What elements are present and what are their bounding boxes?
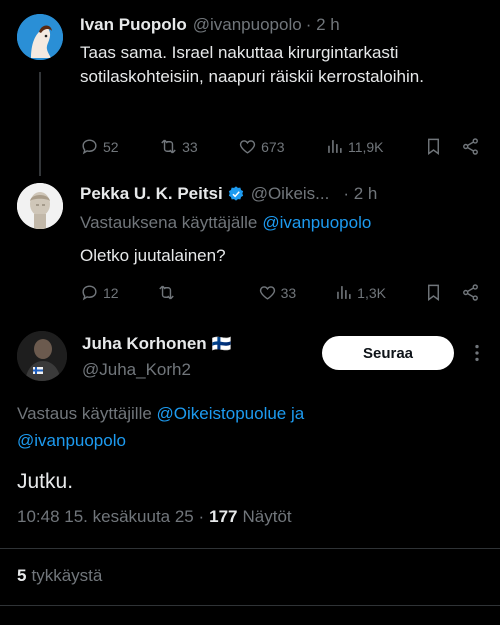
- tweet1-views-count: 11,9K: [347, 138, 384, 155]
- avatar-juha-image: [17, 331, 67, 381]
- tweet2-header: Pekka U. K. Peitsi @Oikeis... · 2 h: [80, 184, 377, 204]
- tweet2-author-name[interactable]: Pekka U. K. Peitsi: [80, 184, 223, 204]
- tweet2-bookmark-button[interactable]: [424, 283, 443, 302]
- tweet1-author-name[interactable]: Ivan Puopolo: [80, 15, 187, 35]
- tweet2-reply-prefix: Vastauksena käyttäjälle: [80, 213, 258, 232]
- tweet2-share-button[interactable]: [461, 283, 480, 302]
- tweet1-text: Taas sama. Israel nakuttaa kirurgintarka…: [80, 43, 424, 86]
- main-author-name[interactable]: Juha Korhonen: [82, 334, 207, 354]
- tweet2-reply-count: 12: [103, 284, 119, 301]
- main-likes-label: tykkäystä: [31, 566, 103, 585]
- tweet1-actions: 52 33 673 11,9K: [80, 137, 480, 156]
- main-likes-row[interactable]: 5 tykkäystä: [17, 566, 102, 586]
- heart-icon: [259, 286, 275, 300]
- tweet2-views-count: 1,3K: [357, 284, 386, 301]
- tweet2-author-handle[interactable]: @Oikeis...: [251, 184, 330, 204]
- heart-icon: [240, 140, 256, 154]
- tweet2-reply-button[interactable]: 12: [80, 283, 119, 302]
- tweet2-like-count: 33: [280, 284, 297, 301]
- tweet2-views-button[interactable]: 1,3K: [334, 283, 386, 302]
- main-reply-prefix: Vastaus käyttäjille: [17, 404, 152, 423]
- retweet-icon: [158, 285, 174, 300]
- tweet2-text: Oletko juutalainen?: [80, 246, 226, 265]
- more-options-icon[interactable]: [466, 342, 488, 364]
- main-reply-mention-1[interactable]: @Oikeistopuolue: [157, 404, 287, 423]
- main-views-label: Näytöt: [242, 507, 292, 526]
- main-reply-mention-2[interactable]: @ivanpuopolo: [17, 431, 126, 450]
- tweet1-header: Ivan Puopolo @ivanpuopolo · 2 h: [80, 15, 340, 35]
- tweet1-views-button[interactable]: 11,9K: [325, 137, 384, 156]
- main-timestamp[interactable]: 10:48 15. kesäkuuta 25 ·: [17, 507, 204, 527]
- tweet2-timestamp[interactable]: · 2 h: [343, 184, 377, 204]
- main-meta-row: 10:48 15. kesäkuuta 25 · 177 Näytöt: [17, 507, 292, 527]
- tweet1-author-handle[interactable]: @ivanpuopolo: [193, 15, 302, 35]
- avatar-juha[interactable]: [17, 331, 67, 381]
- bookmark-icon: [428, 138, 439, 156]
- reply-icon: [82, 139, 97, 155]
- tweet1-bookmark-button[interactable]: [424, 137, 443, 156]
- retweet-icon: [161, 139, 176, 154]
- finland-flag-icon: 🇫🇮: [211, 336, 232, 353]
- tweet1-reply-count: 52: [103, 138, 119, 155]
- reply-icon: [82, 285, 97, 301]
- follow-button[interactable]: Seuraa: [322, 336, 454, 370]
- tweet2-reply-context: Vastauksena käyttäjälle @ivanpuopolo: [80, 213, 371, 233]
- tweet2-actions: 12 33 1,3K: [80, 283, 480, 302]
- tweet1-like-count: 673: [261, 138, 285, 155]
- main-tweet-text: Jutku.: [17, 470, 74, 493]
- tweet1-timestamp[interactable]: · 2 h: [306, 15, 340, 35]
- tweet1-retweet-count: 33: [182, 138, 198, 155]
- divider-bottom: [0, 605, 500, 606]
- main-handle-row: @Juha_Korh2: [82, 360, 191, 380]
- main-reply-context: Vastaus käyttäjille @Oikeistopuolue ja @…: [17, 400, 477, 454]
- verified-badge-icon: [228, 186, 243, 201]
- tweet2-reply-mention[interactable]: @ivanpuopolo: [262, 213, 371, 233]
- divider: [0, 548, 500, 549]
- main-reply-and: ja: [291, 404, 305, 423]
- avatar-ivan-image: [17, 14, 63, 60]
- avatar-ivan[interactable]: [17, 14, 63, 60]
- avatar-pekka-image: [17, 183, 63, 229]
- share-icon: [463, 138, 478, 155]
- views-icon: [337, 286, 351, 299]
- tweet1-reply-button[interactable]: 52: [80, 137, 119, 156]
- tweet1-retweet-button[interactable]: 33: [159, 137, 198, 156]
- thread-line: [39, 72, 41, 176]
- tweet2-retweet-button[interactable]: [157, 283, 180, 302]
- tweet1-like-button[interactable]: 673: [238, 137, 284, 156]
- main-author-handle[interactable]: @Juha_Korh2: [82, 360, 191, 380]
- bookmark-icon: [428, 284, 439, 302]
- share-icon: [463, 284, 478, 301]
- main-author-row: Juha Korhonen 🇫🇮: [82, 334, 232, 354]
- main-views-count: 177: [209, 507, 238, 526]
- tweet2-like-button[interactable]: 33: [258, 283, 297, 302]
- tweet1-share-button[interactable]: [461, 137, 480, 156]
- main-likes-count: 5: [17, 566, 27, 585]
- avatar-pekka[interactable]: [17, 183, 63, 229]
- views-icon: [328, 140, 342, 153]
